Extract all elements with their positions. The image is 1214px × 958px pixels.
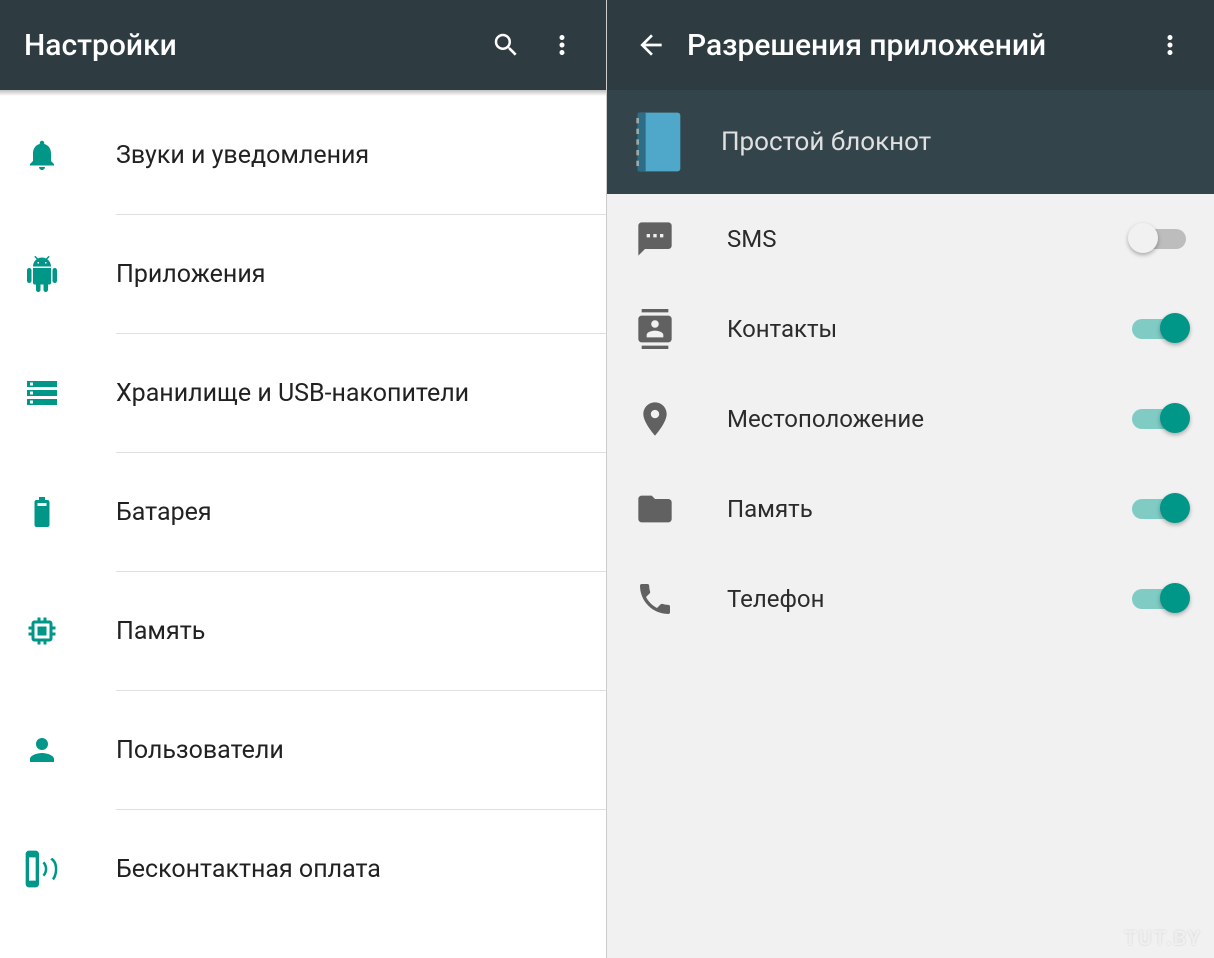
permission-row-location[interactable]: Местоположение: [607, 374, 1214, 464]
permission-label: Контакты: [727, 315, 1132, 343]
permission-label: Телефон: [727, 585, 1132, 613]
permission-switch-location[interactable]: [1132, 409, 1186, 429]
settings-item-sound[interactable]: Звуки и уведомления: [0, 96, 606, 214]
memory-icon: [24, 613, 60, 649]
overflow-button[interactable]: [534, 17, 590, 73]
search-icon: [491, 30, 521, 60]
app-name-label: Простой блокнот: [721, 127, 931, 157]
arrow-back-icon: [635, 29, 667, 61]
settings-item-label: Пользователи: [116, 736, 606, 765]
more-vert-icon: [1155, 30, 1185, 60]
permissions-title: Разрешения приложений: [687, 28, 1142, 63]
bell-icon: [24, 137, 60, 173]
contacts-icon: [635, 309, 675, 349]
permission-label: Память: [727, 495, 1132, 523]
back-button[interactable]: [623, 29, 679, 61]
settings-item-label: Хранилище и USB-накопители: [116, 379, 606, 408]
overflow-button[interactable]: [1142, 17, 1198, 73]
settings-item-battery[interactable]: Батарея: [0, 453, 606, 571]
settings-item-label: Память: [116, 617, 606, 646]
permission-row-sms[interactable]: SMS: [607, 194, 1214, 284]
permission-switch-storage[interactable]: [1132, 499, 1186, 519]
settings-title: Настройки: [24, 28, 478, 63]
permission-switch-phone[interactable]: [1132, 589, 1186, 609]
search-button[interactable]: [478, 17, 534, 73]
settings-item-label: Звуки и уведомления: [116, 141, 606, 170]
settings-item-label: Бесконтактная оплата: [116, 855, 606, 884]
app-icon-notebook: [631, 110, 721, 174]
location-icon: [635, 399, 675, 439]
settings-item-label: Батарея: [116, 498, 606, 527]
app-header: Простой блокнот: [607, 90, 1214, 194]
settings-screen: Настройки Звуки и уведомления Приложения…: [0, 0, 607, 958]
settings-appbar: Настройки: [0, 0, 606, 90]
storage-icon: [24, 375, 60, 411]
battery-icon: [24, 494, 60, 530]
settings-item-apps[interactable]: Приложения: [0, 215, 606, 333]
person-icon: [24, 732, 60, 768]
settings-item-memory[interactable]: Память: [0, 572, 606, 690]
android-icon: [24, 256, 60, 292]
permission-switch-sms[interactable]: [1132, 229, 1186, 249]
settings-list: Звуки и уведомления Приложения Хранилище…: [0, 96, 606, 958]
folder-icon: [635, 489, 675, 529]
settings-item-users[interactable]: Пользователи: [0, 691, 606, 809]
permissions-appbar: Разрешения приложений: [607, 0, 1214, 90]
permission-row-contacts[interactable]: Контакты: [607, 284, 1214, 374]
permission-label: SMS: [727, 225, 1132, 253]
notebook-icon: [631, 110, 687, 174]
permissions-screen: Разрешения приложений Простой блокнот SM…: [607, 0, 1214, 958]
settings-item-label: Приложения: [116, 260, 606, 289]
permission-row-phone[interactable]: Телефон: [607, 554, 1214, 644]
permission-label: Местоположение: [727, 405, 1132, 433]
permissions-list: SMS Контакты Местоположение Память Телеф…: [607, 194, 1214, 958]
phone-icon: [635, 579, 675, 619]
tap-pay-icon: [24, 849, 64, 889]
more-vert-icon: [547, 30, 577, 60]
sms-icon: [635, 219, 675, 259]
permission-switch-contacts[interactable]: [1132, 319, 1186, 339]
settings-item-storage[interactable]: Хранилище и USB-накопители: [0, 334, 606, 452]
settings-item-tap-pay[interactable]: Бесконтактная оплата: [0, 810, 606, 928]
permission-row-storage[interactable]: Память: [607, 464, 1214, 554]
